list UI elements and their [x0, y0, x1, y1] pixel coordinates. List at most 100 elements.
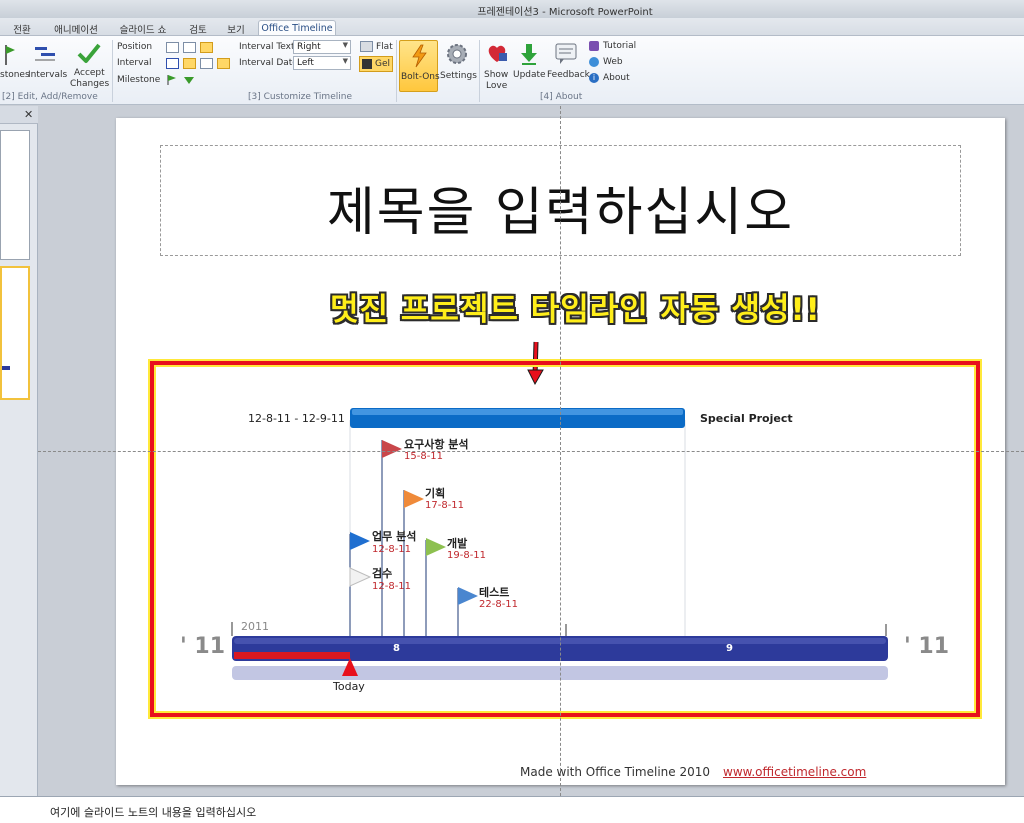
position-middle-icon[interactable]: [183, 42, 196, 53]
intervals-label: Intervals: [28, 70, 68, 80]
today-progress: [234, 652, 350, 659]
today-label: Today: [333, 680, 365, 693]
web-label: Web: [603, 57, 623, 67]
chevron-down-icon: ▼: [342, 57, 348, 65]
milestone-title: 개발: [447, 537, 468, 550]
milestone-flag-icon: [5, 45, 15, 65]
milestone-date: 12-8-11: [372, 544, 412, 555]
speech-bubble-icon: [555, 43, 577, 64]
panel-header: ✕: [0, 106, 38, 124]
horizontal-guide[interactable]: [38, 451, 1024, 452]
show-love-button[interactable]: Show Love: [482, 40, 512, 92]
start-year-label: ' 11: [180, 634, 226, 659]
interval-right-icon[interactable]: [200, 58, 213, 69]
interval-left-icon[interactable]: [166, 58, 179, 69]
project-range: 12-8-11 - 12-9-11: [248, 412, 345, 425]
update-label: Update: [513, 70, 546, 80]
month-label-9: 9: [726, 643, 733, 654]
position-bottom-icon[interactable]: [200, 42, 213, 53]
flag-development: [426, 538, 446, 556]
position-label: Position: [117, 42, 153, 52]
feedback-label: Feedback: [547, 70, 590, 80]
customize-group-label: [3] Customize Timeline: [248, 92, 352, 102]
accept-label: Accept: [74, 68, 105, 78]
milestone-title: 기획: [425, 487, 446, 500]
close-icon[interactable]: ✕: [24, 108, 33, 121]
interval-text-label: Interval Text: [239, 42, 295, 52]
ribbon: stones Intervals Accept Changes [2] Edit…: [0, 35, 1024, 105]
flag-business-analysis: [350, 532, 370, 550]
position-top-icon[interactable]: [166, 42, 179, 53]
interval-box-icon[interactable]: [217, 58, 230, 69]
milestone-label: Milestone: [117, 75, 161, 85]
milestone-date: 22-8-11: [479, 599, 519, 610]
project-name: Special Project: [700, 412, 793, 425]
edit-group-label: [2] Edit, Add/Remove: [2, 92, 98, 102]
tutorial-link[interactable]: Tutorial: [589, 41, 639, 54]
settings-button[interactable]: Settings: [440, 40, 477, 90]
checkmark-icon: [77, 43, 101, 63]
window-title: 프레젠테이션3 - Microsoft PowerPoint: [477, 7, 653, 18]
love-label: Love: [486, 81, 508, 91]
gel-label: Gel: [375, 59, 391, 69]
milestone-title: 업무 분석: [372, 530, 417, 543]
tab-transitions[interactable]: 전환: [6, 20, 38, 36]
settings-label: Settings: [440, 71, 477, 81]
flag-inspection: [349, 567, 372, 587]
flat-style-icon[interactable]: [360, 41, 373, 52]
end-year-label: ' 11: [904, 634, 950, 659]
download-arrow-icon: [521, 44, 537, 65]
web-link[interactable]: Web: [589, 57, 639, 70]
about-link[interactable]: i About: [589, 73, 639, 86]
milestone-date: 15-8-11: [404, 451, 444, 462]
flag-planning: [404, 490, 424, 508]
milestone-arrow-down-icon[interactable]: [183, 74, 195, 86]
bolt-ons-button[interactable]: Bolt-Ons: [399, 40, 440, 92]
notes-pane[interactable]: 여기에 슬라이드 노트의 내용을 입력하십시오: [0, 796, 1024, 823]
milestones-button[interactable]: stones: [0, 39, 30, 89]
slide-thumbnail-1[interactable]: [0, 130, 30, 260]
slides-panel: ✕: [0, 106, 38, 796]
tutorial-icon: [589, 41, 599, 51]
interval-date-label: Interval Date: [239, 58, 298, 68]
year-label: 2011: [241, 620, 269, 633]
about-label: About: [603, 73, 630, 83]
interval-text-value: Right: [297, 42, 321, 52]
interval-center-icon[interactable]: [183, 58, 196, 69]
tab-slideshow[interactable]: 슬라이드 쇼: [112, 20, 174, 36]
milestone-title: 테스트: [479, 586, 510, 599]
interval-label: Interval: [117, 58, 152, 68]
info-icon: i: [589, 73, 599, 83]
milestone-date: 19-8-11: [447, 550, 487, 561]
about-group-label: [4] About: [540, 92, 583, 102]
flat-label[interactable]: Flat: [376, 42, 393, 52]
flag-requirements: [382, 440, 402, 458]
accept-changes-button[interactable]: Accept Changes: [70, 39, 110, 91]
tab-office-timeline[interactable]: Office Timeline: [258, 20, 336, 36]
tab-review[interactable]: 검토: [182, 20, 214, 36]
update-button[interactable]: Update: [513, 40, 546, 90]
milestone-flag-green-icon[interactable]: [166, 74, 178, 86]
milestones-label: stones: [0, 70, 30, 80]
bolt-ons-label: Bolt-Ons: [401, 72, 440, 82]
globe-icon: [589, 57, 599, 67]
interval-text-select[interactable]: Right ▼: [293, 40, 351, 54]
tab-animations[interactable]: 애니메이션: [48, 20, 104, 36]
tab-view[interactable]: 보기: [220, 20, 252, 36]
milestone-title: 요구사항 분석: [404, 438, 469, 451]
intervals-button[interactable]: Intervals: [28, 39, 68, 89]
interval-date-value: Left: [297, 58, 314, 68]
month-label-8: 8: [393, 643, 400, 654]
milestone-date: 17-8-11: [425, 500, 465, 511]
subtitle-text: 멋진 프로젝트 타임라인 자동 생성!!: [330, 292, 821, 328]
interval-date-select[interactable]: Left ▼: [293, 56, 351, 70]
milestone-title: 검수: [372, 567, 393, 580]
lightning-icon: [412, 44, 427, 68]
gel-style-button[interactable]: Gel: [359, 56, 393, 72]
slide-thumbnail-2[interactable]: [0, 266, 30, 400]
flag-test: [458, 587, 478, 605]
feedback-button[interactable]: Feedback: [546, 40, 590, 90]
footer-link[interactable]: www.officetimeline.com: [723, 765, 866, 779]
changes-label: Changes: [70, 79, 110, 89]
title-bar: 프레젠테이션3 - Microsoft PowerPoint: [0, 0, 1024, 18]
